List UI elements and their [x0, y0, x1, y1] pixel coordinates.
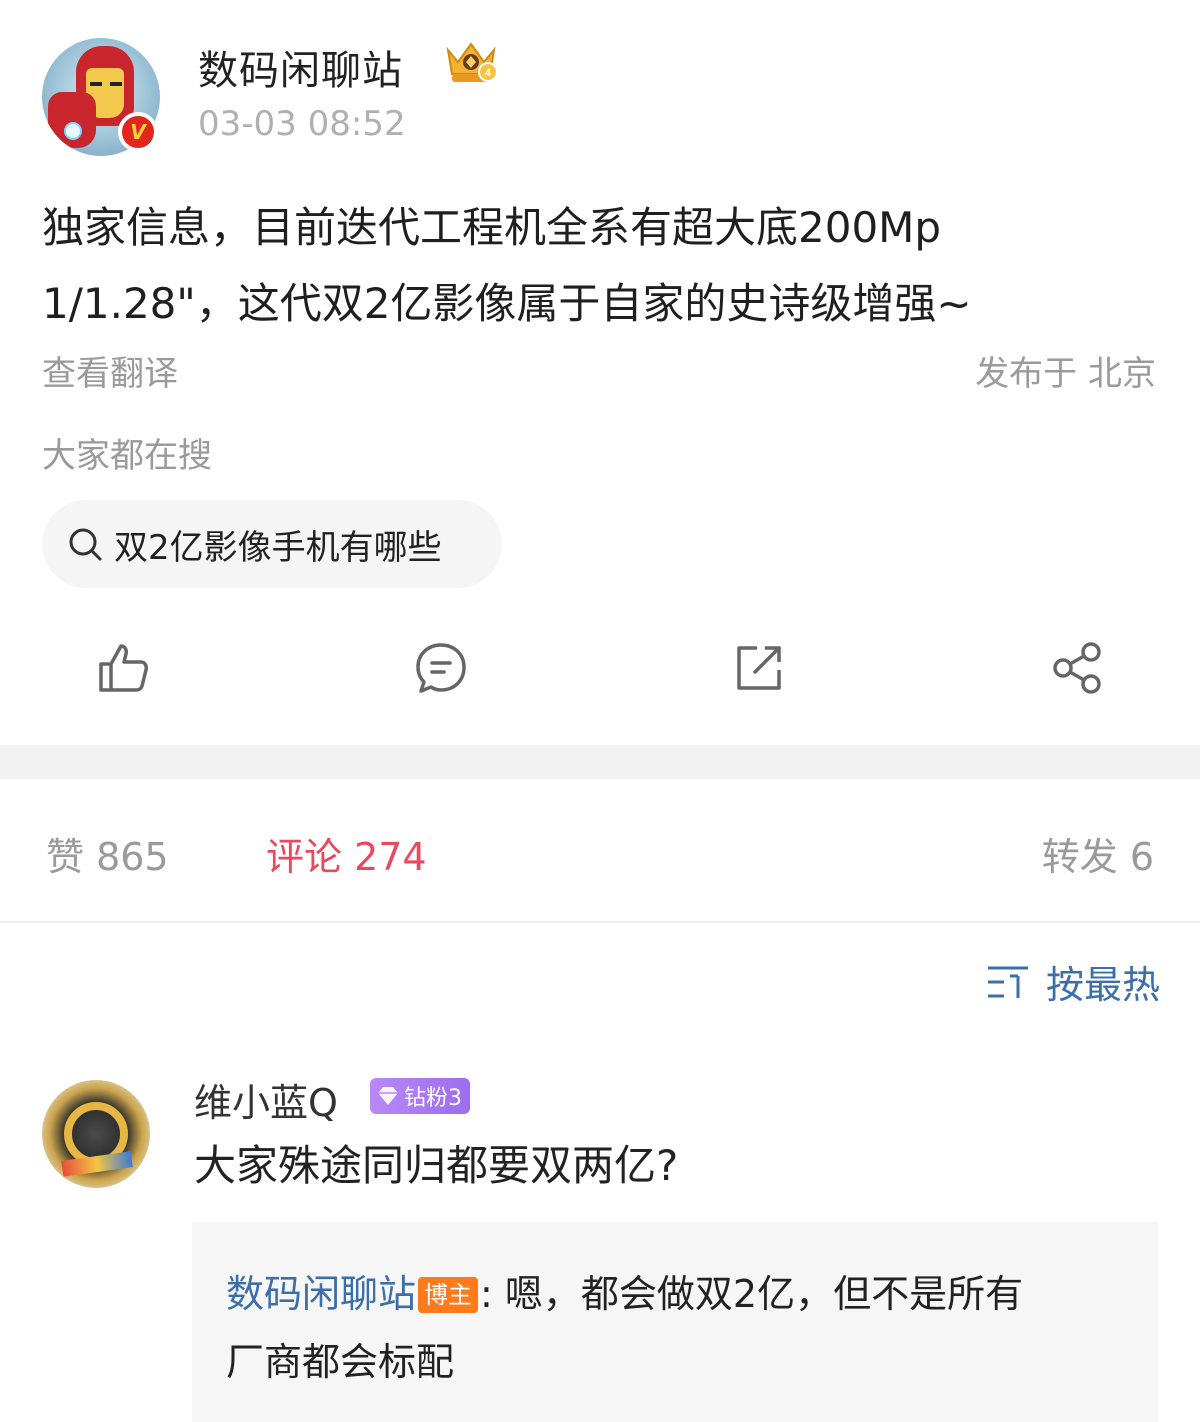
reply-content: 数码闲聊站 博主: 嗯，都会做双2亿，但不是所有 厂商都会标配	[226, 1260, 1126, 1396]
comment-icon[interactable]	[413, 640, 469, 696]
translate-link[interactable]: 查看翻译	[42, 346, 178, 395]
sort-button[interactable]: 按最热	[986, 954, 1160, 1009]
blogger-badge: 博主	[418, 1277, 479, 1313]
share-icon[interactable]	[1049, 640, 1105, 696]
tab-reposts[interactable]: 转发 6	[1042, 826, 1154, 881]
trending-search-chip[interactable]: 双2亿影像手机有哪些	[42, 500, 502, 588]
avatar-eye-left	[90, 82, 102, 86]
sort-label: 按最热	[1045, 963, 1160, 1007]
fan-level-text: 钻粉3	[404, 1086, 462, 1111]
post-line: 独家信息，目前迭代工程机全系有超大底200Mp	[42, 203, 942, 252]
author-name[interactable]: 数码闲聊站	[198, 38, 403, 96]
reply-box[interactable]: 数码闲聊站 博主: 嗯，都会做双2亿，但不是所有 厂商都会标配	[192, 1222, 1158, 1422]
post-timestamp: 03-03 08:52	[198, 104, 406, 144]
commenter-name[interactable]: 维小蓝Q	[194, 1072, 338, 1127]
post-location: 发布于 北京	[975, 354, 1156, 394]
avatar-palm	[64, 122, 82, 140]
sort-icon	[987, 966, 1028, 998]
avatar-eye-right	[110, 82, 122, 86]
commenter-avatar[interactable]	[42, 1080, 150, 1188]
trending-title: 大家都在搜	[42, 436, 212, 476]
comment-text: 大家殊途同归都要双两亿?	[194, 1141, 679, 1190]
verified-badge-icon: V	[118, 112, 158, 152]
stats-divider	[0, 921, 1200, 923]
crown-level-icon: 4	[446, 42, 498, 82]
reply-separator: :	[480, 1272, 493, 1316]
diamond-icon	[378, 1087, 398, 1105]
post-line: 1/1.28"，这代双2亿影像属于自家的史诗级增强~	[42, 279, 972, 328]
fan-level-badge: 钻粉3	[370, 1078, 470, 1114]
tab-comments[interactable]: 评论 274	[266, 826, 427, 881]
svg-text:4: 4	[485, 67, 492, 79]
tab-likes[interactable]: 赞 865	[46, 826, 169, 881]
post-body: 独家信息，目前迭代工程机全系有超大底200Mp 1/1.28"，这代双2亿影像属…	[42, 190, 1162, 342]
reply-text-line1: 嗯，都会做双2亿，但不是所有	[492, 1272, 1024, 1316]
repost-icon[interactable]	[731, 640, 787, 696]
reply-author[interactable]: 数码闲聊站	[226, 1272, 416, 1316]
section-divider	[0, 745, 1200, 779]
search-icon	[69, 528, 102, 561]
like-icon[interactable]	[95, 640, 151, 696]
reply-text-line2: 厂商都会标配	[226, 1340, 455, 1384]
trending-query: 双2亿影像手机有哪些	[114, 527, 442, 568]
